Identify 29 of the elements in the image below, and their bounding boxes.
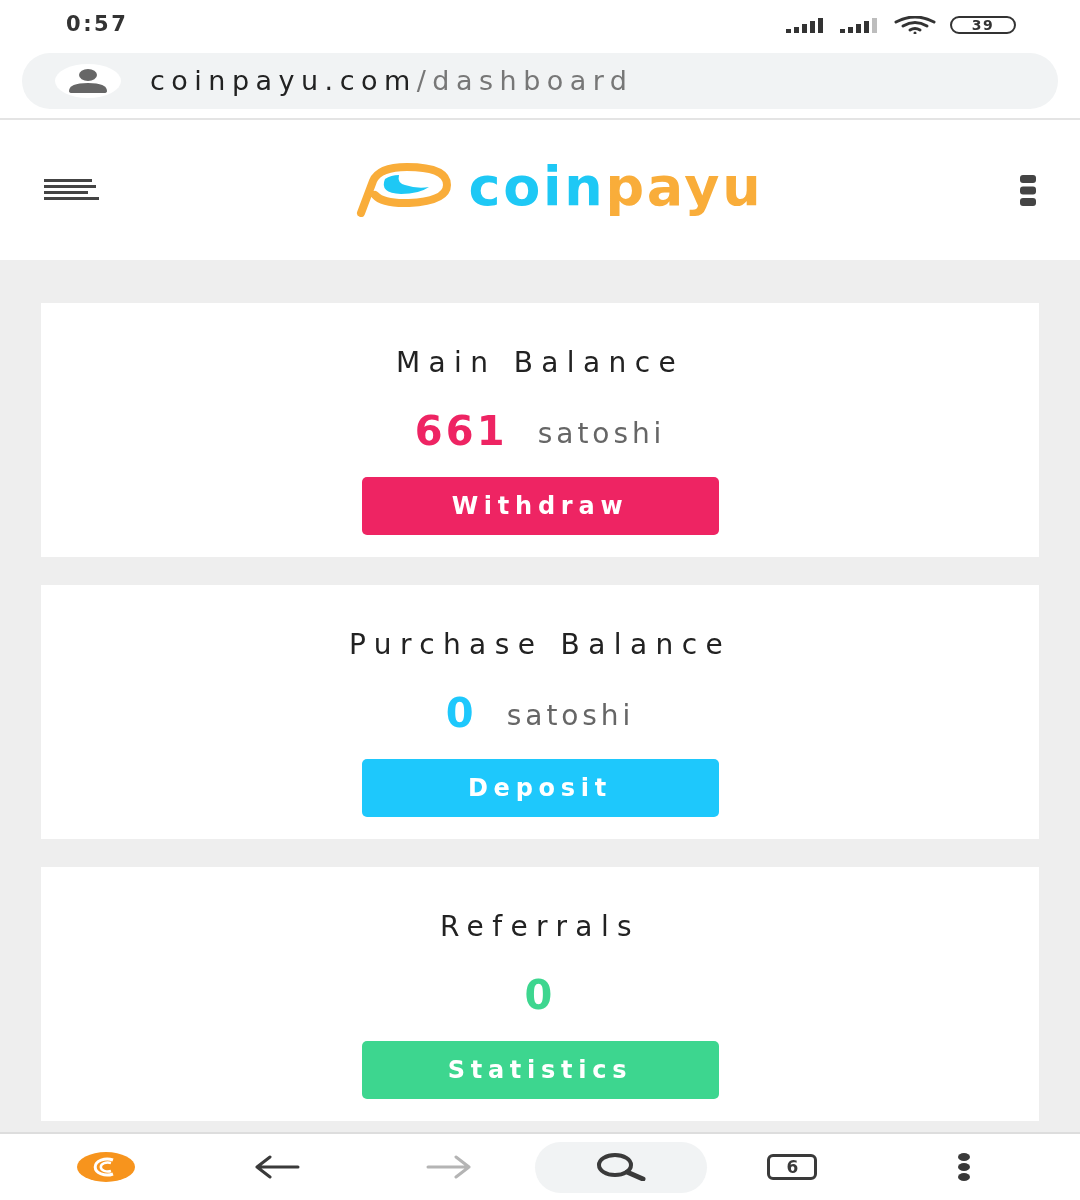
search-icon xyxy=(595,1153,646,1181)
right-arrow-icon xyxy=(426,1155,473,1179)
action-button[interactable]: Withdraw xyxy=(361,477,719,535)
tabs-button[interactable]: 6 xyxy=(767,1154,818,1180)
status-time: 0:57 xyxy=(66,11,129,39)
more-options-button[interactable] xyxy=(1020,174,1036,206)
menu-button[interactable] xyxy=(958,1153,971,1181)
card-value: 0 xyxy=(524,973,556,1017)
signal-icon xyxy=(840,17,880,33)
back-button[interactable] xyxy=(254,1155,301,1179)
url-text: coinpayu.com/dashboard xyxy=(150,63,634,98)
coin-logo-icon xyxy=(76,1152,135,1182)
menu-icon[interactable] xyxy=(44,178,100,202)
card-title: Purchase Balance xyxy=(348,629,732,661)
unit-label: satoshi xyxy=(537,416,666,452)
search-button[interactable] xyxy=(535,1141,707,1193)
unit-label: satoshi xyxy=(506,698,635,734)
user-avatar-icon xyxy=(55,64,121,98)
address-bar[interactable]: coinpayu.com/dashboard xyxy=(22,53,1058,109)
card-value: 0 xyxy=(445,691,477,735)
wifi-icon xyxy=(894,16,936,34)
card-title: Main Balance xyxy=(395,347,685,379)
logo-text: coin payu xyxy=(468,160,764,220)
signal-icon xyxy=(786,17,826,33)
battery-indicator: 39 xyxy=(950,16,1016,34)
more-dots-icon xyxy=(958,1153,971,1181)
left-arrow-icon xyxy=(254,1155,301,1179)
card-title: Referrals xyxy=(439,911,641,943)
card-value: 661 xyxy=(414,409,508,453)
